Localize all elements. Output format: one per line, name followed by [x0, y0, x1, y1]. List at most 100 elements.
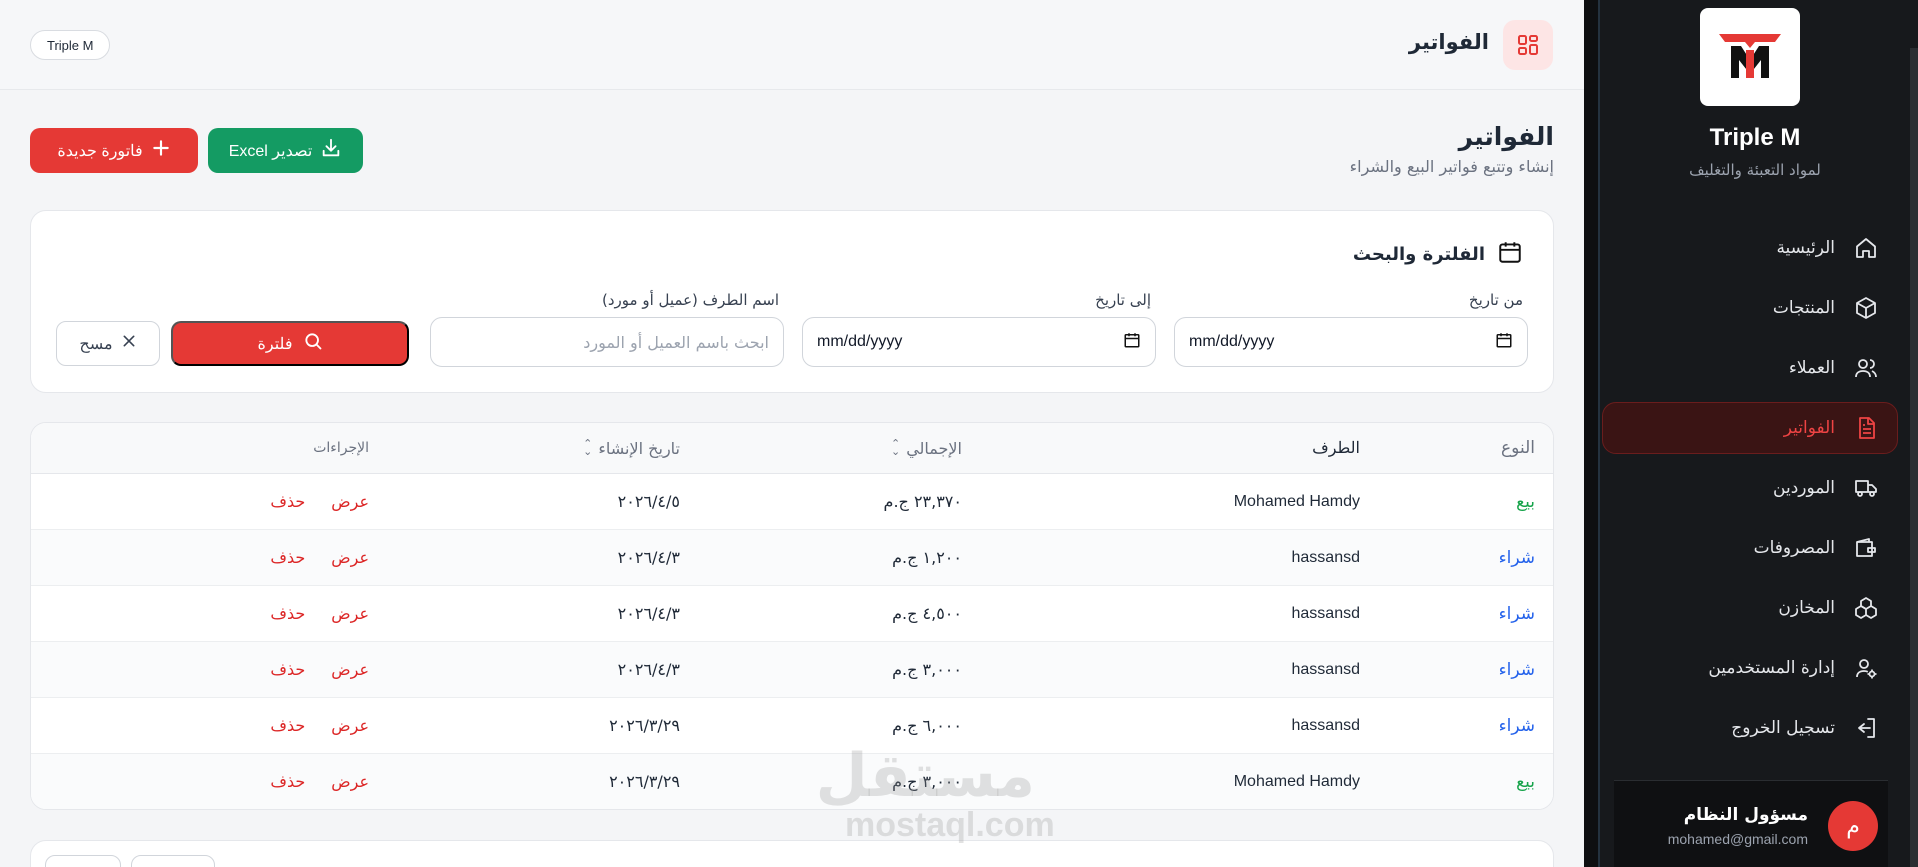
to-date-value: mm/dd/yyyy	[817, 333, 903, 350]
user-card[interactable]: م مسؤول النظام mohamed@gmail.com	[1614, 780, 1888, 867]
row-type: شراء	[1498, 547, 1535, 568]
row-date: ٢٠٢٦/٤/٣	[617, 604, 680, 623]
delete-link[interactable]: حذف	[270, 604, 305, 623]
row-date: ٢٠٢٦/٤/٣	[617, 660, 680, 679]
row-total: ٣,٠٠٠ ج.م	[892, 660, 962, 679]
filter-button-label: فلترة	[257, 335, 293, 353]
delete-link[interactable]: حذف	[270, 772, 305, 791]
row-type: شراء	[1498, 715, 1535, 736]
download-icon	[320, 137, 342, 164]
table-row: شراء hassansd ٣,٠٠٠ ج.م ٢٠٢٦/٤/٣ عرض حذف	[31, 642, 1553, 698]
row-actions: عرض حذف	[270, 474, 369, 529]
sidebar-item-label: المنتجات	[1772, 298, 1835, 318]
party-search-input[interactable]: ابحث باسم العميل أو المورد	[430, 317, 784, 367]
calendar-picker-icon[interactable]	[1495, 331, 1513, 354]
user-name: مسؤول النظام	[1683, 805, 1808, 825]
brand-name: Triple M	[1709, 124, 1801, 151]
row-actions: عرض حذف	[270, 642, 369, 697]
row-actions: عرض حذف	[270, 530, 369, 585]
clear-button[interactable]: مسح	[56, 321, 160, 366]
sidebar-item-suppliers[interactable]: الموردين	[1602, 462, 1898, 514]
pagination-bar	[30, 840, 1554, 867]
row-type: بيع	[1516, 771, 1535, 792]
search-icon	[303, 331, 323, 356]
pagination-button[interactable]	[131, 855, 215, 867]
user-settings-icon	[1853, 655, 1879, 681]
row-total: ١,٢٠٠ ج.م	[892, 548, 962, 567]
company-chip[interactable]: Triple M	[30, 30, 111, 60]
main-content: الفواتير Triple M الفواتير إنشاء وتتبع ف…	[0, 0, 1584, 867]
view-link[interactable]: عرض	[331, 492, 369, 511]
sidebar-item-user-management[interactable]: إدارة المستخدمين	[1602, 642, 1898, 694]
header-party: الطرف	[1312, 440, 1360, 457]
sidebar-item-label: الفواتير	[1783, 418, 1835, 438]
delete-link[interactable]: حذف	[270, 492, 305, 511]
new-invoice-button[interactable]: فاتورة جديدة	[30, 128, 198, 173]
row-type: شراء	[1498, 659, 1535, 680]
sort-icon: ⌃ ⌄	[890, 437, 901, 458]
row-actions: عرض حذف	[270, 754, 369, 809]
delete-link[interactable]: حذف	[270, 548, 305, 567]
row-party: Mohamed Hamdy	[1233, 772, 1360, 790]
delete-link[interactable]: حذف	[270, 660, 305, 679]
row-type: شراء	[1498, 603, 1535, 624]
row-party: hassansd	[1291, 604, 1361, 622]
page-subtitle: إنشاء وتتبع فواتير البيع والشراء	[1349, 157, 1554, 176]
sidebar-item-customers[interactable]: العملاء	[1602, 342, 1898, 394]
invoices-table: النوع الطرف الإجمالي ⌃ ⌄ تاريخ الإنشاء ⌃ ⌄…	[30, 422, 1554, 810]
view-link[interactable]: عرض	[331, 716, 369, 735]
row-date: ٢٠٢٦/٣/٢٩	[609, 716, 680, 735]
sidebar: Triple M لمواد التعبئة والتغليف الرئيسية…	[1584, 0, 1918, 867]
filter-card: الفلترة والبحث من تاريخ mm/dd/yyyy إلى ت…	[30, 210, 1554, 393]
brand-subtitle: لمواد التعبئة والتغليف	[1689, 161, 1821, 179]
grid-icon[interactable]	[1503, 20, 1553, 70]
row-total: ٣,٠٠٠ ج.م	[892, 772, 962, 791]
sidebar-item-products[interactable]: المنتجات	[1602, 282, 1898, 334]
party-search-placeholder: ابحث باسم العميل أو المورد	[583, 332, 769, 352]
view-link[interactable]: عرض	[331, 548, 369, 567]
calendar-picker-icon[interactable]	[1123, 331, 1141, 354]
sidebar-item-home[interactable]: الرئيسية	[1602, 222, 1898, 274]
view-link[interactable]: عرض	[331, 604, 369, 623]
table-row: شراء hassansd ٦,٠٠٠ ج.م ٢٠٢٦/٣/٢٩ عرض حذف	[31, 698, 1553, 754]
header-total[interactable]: الإجمالي ⌃ ⌄	[891, 423, 962, 473]
tm-logo-icon	[1719, 34, 1781, 78]
filter-title: الفلترة والبحث	[1352, 244, 1485, 265]
sidebar-item-label: المخازن	[1778, 598, 1835, 618]
row-actions: عرض حذف	[270, 698, 369, 753]
to-date-input[interactable]: mm/dd/yyyy	[802, 317, 1156, 367]
header-date[interactable]: تاريخ الإنشاء ⌃ ⌄	[583, 423, 680, 473]
sidebar-item-warehouses[interactable]: المخازن	[1602, 582, 1898, 634]
table-header: النوع الطرف الإجمالي ⌃ ⌄ تاريخ الإنشاء ⌃ ⌄…	[31, 423, 1553, 474]
header-actions: الإجراءات	[313, 440, 369, 456]
table-row: شراء hassansd ١,٢٠٠ ج.م ٢٠٢٦/٤/٣ عرض حذف	[31, 530, 1553, 586]
header-total-label: الإجمالي	[906, 438, 962, 458]
page-title: الفواتير	[1458, 122, 1554, 151]
sidebar-item-expenses[interactable]: المصروفات	[1602, 522, 1898, 574]
sidebar-item-logout[interactable]: تسجيل الخروج	[1602, 702, 1898, 754]
plus-icon	[151, 138, 171, 163]
row-party: hassansd	[1291, 716, 1361, 734]
delete-link[interactable]: حذف	[270, 716, 305, 735]
users-icon	[1853, 355, 1879, 381]
export-excel-label: تصدير Excel	[228, 142, 313, 160]
calendar-icon	[1497, 239, 1523, 270]
view-link[interactable]: عرض	[331, 660, 369, 679]
filter-button[interactable]: فلترة	[171, 321, 409, 366]
export-excel-button[interactable]: تصدير Excel	[208, 128, 363, 173]
table-row: بيع Mohamed Hamdy ٢٣,٣٧٠ ج.م ٢٠٢٦/٤/٥ عرض حذف	[31, 474, 1553, 530]
user-email: mohamed@gmail.com	[1667, 831, 1808, 847]
view-link[interactable]: عرض	[331, 772, 369, 791]
from-date-input[interactable]: mm/dd/yyyy	[1174, 317, 1528, 367]
row-party: hassansd	[1291, 660, 1361, 678]
clear-button-label: مسح	[79, 335, 113, 353]
brand-logo	[1700, 8, 1800, 106]
sort-icon: ⌃ ⌄	[583, 437, 593, 458]
avatar: م	[1828, 801, 1878, 851]
pagination-button[interactable]	[45, 855, 121, 867]
to-date-label: إلى تاريخ	[1095, 291, 1151, 309]
row-date: ٢٠٢٦/٤/٣	[617, 548, 680, 567]
sidebar-item-label: الموردين	[1773, 478, 1835, 498]
sidebar-item-invoices[interactable]: الفواتير	[1602, 402, 1898, 454]
sidebar-item-label: تسجيل الخروج	[1731, 718, 1835, 738]
